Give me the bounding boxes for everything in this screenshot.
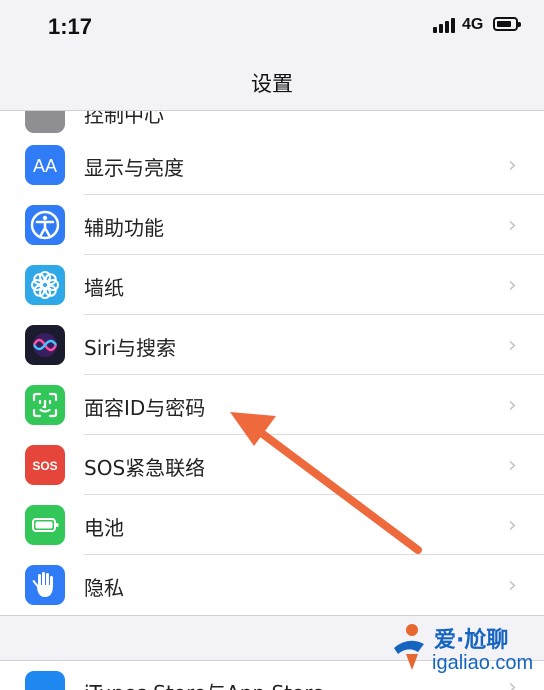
list-item-label: iTunes Store与App Store xyxy=(84,677,324,690)
chevron-right-icon: › xyxy=(508,393,517,418)
chevron-right-icon: › xyxy=(508,333,517,358)
battery-icon xyxy=(25,505,65,545)
battery-status-icon xyxy=(493,17,521,31)
list-item-label: 隐私 xyxy=(84,576,124,600)
list-item-emergency-sos[interactable]: SOS SOS紧急联络 › xyxy=(0,435,544,495)
settings-list: AA 显示与亮度 › 辅助功能 › 墙纸 › Siri与搜索 › 面容ID与密码… xyxy=(0,135,544,615)
svg-text:AA: AA xyxy=(33,156,57,176)
chevron-right-icon: › xyxy=(508,573,517,598)
siri-icon xyxy=(25,325,65,365)
status-bar: 1:17 4G xyxy=(0,0,544,50)
list-item-battery[interactable]: 电池 › xyxy=(0,495,544,555)
app-store-icon xyxy=(25,671,65,690)
list-item-label: 控制中心 xyxy=(84,111,164,127)
page-title: 设置 xyxy=(251,72,293,96)
list-item-face-id-passcode[interactable]: 面容ID与密码 › xyxy=(0,375,544,435)
list-item-privacy[interactable]: 隐私 › xyxy=(0,555,544,615)
list-item-display-brightness[interactable]: AA 显示与亮度 › xyxy=(0,135,544,195)
status-time: 1:17 xyxy=(48,14,93,39)
chevron-right-icon: › xyxy=(508,513,517,538)
accessibility-icon xyxy=(25,205,65,245)
list-item-label: SOS紧急联络 xyxy=(84,456,206,480)
face-id-icon xyxy=(25,385,65,425)
watermark-url: igaliao.com xyxy=(432,652,534,674)
sos-icon: SOS xyxy=(25,445,65,485)
display-brightness-icon: AA xyxy=(25,145,65,185)
svg-text:SOS: SOS xyxy=(32,459,57,473)
chevron-right-icon: › xyxy=(508,273,517,298)
control-center-icon xyxy=(25,111,65,133)
list-item-siri-search[interactable]: Siri与搜索 › xyxy=(0,315,544,375)
chevron-right-icon: › xyxy=(508,213,517,238)
watermark-title: 爱·尬聊 xyxy=(434,628,509,653)
list-item-label: 辅助功能 xyxy=(84,216,164,240)
list-item-label: Siri与搜索 xyxy=(84,336,177,360)
list-item-label: 显示与亮度 xyxy=(84,156,184,180)
cellular-signal-icon xyxy=(433,17,455,33)
wallpaper-flower-icon xyxy=(25,265,65,305)
list-item-label: 面容ID与密码 xyxy=(84,396,206,420)
navigation-bar: 设置 xyxy=(0,58,544,110)
watermark-logo: 爱·尬聊 igaliao.com xyxy=(388,618,538,682)
privacy-hand-icon xyxy=(25,565,65,605)
section-divider xyxy=(0,615,544,616)
list-item-control-center[interactable]: 控制中心 xyxy=(0,111,544,135)
list-item-wallpaper[interactable]: 墙纸 › xyxy=(0,255,544,315)
watermark-figure-icon xyxy=(394,624,424,670)
list-item-label: 电池 xyxy=(84,516,124,540)
list-item-label: 墙纸 xyxy=(84,276,124,300)
chevron-right-icon: › xyxy=(508,153,517,178)
network-type: 4G xyxy=(462,16,484,33)
list-item-accessibility[interactable]: 辅助功能 › xyxy=(0,195,544,255)
chevron-right-icon: › xyxy=(508,453,517,478)
